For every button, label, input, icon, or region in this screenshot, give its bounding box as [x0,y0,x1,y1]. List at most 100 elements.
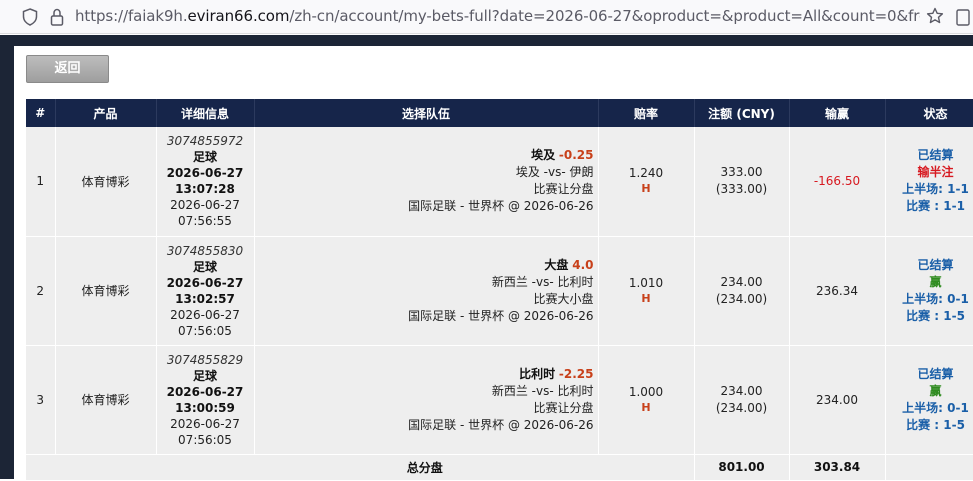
market: 比赛让分盘 [255,181,594,198]
stake-cell: 234.00 (234.00) [694,345,789,454]
bet-date: 2026-06-27 [157,275,254,291]
winloss-cell: -166.50 [789,127,885,236]
odds-cell: 1.010 H [598,236,694,345]
stake-value: 234.00 [695,383,789,400]
bet-time: 13:02:57 [157,291,254,307]
total-winloss: 303.84 [789,454,885,480]
url-prefix: https://faiak9h. [75,7,188,25]
ticket-id: 3074855972 [157,133,254,149]
product-cell: 体育博彩 [55,127,156,236]
extensions-icon[interactable] [956,7,973,27]
market: 比赛大小盘 [255,291,594,308]
status-cell: 已结算 输半注 上半场: 1-1 比赛 : 1-1 [885,127,973,236]
settle-date: 2026-06-27 [157,197,254,213]
product-cell: 体育博彩 [55,236,156,345]
odds-value: 1.000 [599,384,694,400]
col-header-winloss: 输赢 [789,99,885,127]
col-header-odds: 赔率 [598,99,694,127]
address-bar[interactable]: https://faiak9h.eviran66.com/zh-cn/accou… [75,7,920,25]
col-header-stake: 注额 (CNY) [694,99,789,127]
odds-type: H [599,181,694,197]
lock-icon[interactable] [50,8,64,26]
stake-actual: (333.00) [695,181,789,198]
status-text: 已结算 [886,147,973,164]
bets-table: # 产品 详细信息 选择队伍 赔率 注额 (CNY) 输赢 状态 1 体育博彩 … [26,99,973,481]
stake-cell: 234.00 (234.00) [694,236,789,345]
total-stake: 801.00 [694,454,789,480]
match: 新西兰 -vs- 比利时 [255,383,594,400]
status-text: 已结算 [886,257,973,274]
fulltime-score: 比赛 : 1-1 [886,198,973,215]
winloss-cell: 236.34 [789,236,885,345]
handicap: -2.25 [559,367,594,381]
stake-actual: (234.00) [695,291,789,308]
stake-value: 234.00 [695,274,789,291]
status-cell: 已结算 赢 上半场: 0-1 比赛 : 1-5 [885,236,973,345]
col-header-number: # [26,99,55,127]
col-header-details: 详细信息 [156,99,254,127]
col-header-selection: 选择队伍 [254,99,598,127]
settle-time: 07:56:55 [157,213,254,229]
match: 新西兰 -vs- 比利时 [255,274,594,291]
table-header-row: # 产品 详细信息 选择队伍 赔率 注额 (CNY) 输赢 状态 [26,99,973,127]
odds-type: H [599,400,694,416]
browser-toolbar: https://faiak9h.eviran66.com/zh-cn/accou… [0,0,973,34]
col-header-status: 状态 [885,99,973,127]
league: 国际足联 - 世界杯 @ 2026-06-26 [255,417,594,434]
bookmark-star-icon[interactable] [926,7,944,25]
outcome: 赢 [886,274,973,291]
pick: 埃及 [531,148,555,162]
settle-time: 07:56:05 [157,432,254,448]
row-number: 3 [26,345,55,454]
ticket-id: 3074855830 [157,243,254,259]
league: 国际足联 - 世界杯 @ 2026-06-26 [255,198,594,215]
bet-date: 2026-06-27 [157,384,254,400]
settle-date: 2026-06-27 [157,307,254,323]
details-cell: 3074855830 足球 2026-06-27 13:02:57 2026-0… [156,236,254,345]
halftime-score: 上半场: 0-1 [886,400,973,417]
row-number: 2 [26,236,55,345]
sport: 足球 [157,149,254,165]
odds-value: 1.010 [599,275,694,291]
market: 比赛让分盘 [255,400,594,417]
bet-time: 13:07:28 [157,181,254,197]
odds-type: H [599,291,694,307]
odds-value: 1.240 [599,165,694,181]
table-row: 2 体育博彩 3074855830 足球 2026-06-27 13:02:57… [26,236,973,345]
ticket-id: 3074855829 [157,352,254,368]
col-header-product: 产品 [55,99,156,127]
url-path: /zh-cn/account/my-bets-full?date=2026-06… [289,7,920,25]
status-text: 已结算 [886,366,973,383]
url-domain: eviran66.com [188,7,290,25]
halftime-score: 上半场: 0-1 [886,291,973,308]
outcome: 赢 [886,383,973,400]
shield-icon[interactable] [22,8,38,26]
row-number: 1 [26,127,55,236]
fulltime-score: 比赛 : 1-5 [886,417,973,434]
table-row: 1 体育博彩 3074855972 足球 2026-06-27 13:07:28… [26,127,973,236]
product-cell: 体育博彩 [55,345,156,454]
selection-cell: 埃及 -0.25 埃及 -vs- 伊朗 比赛让分盘 国际足联 - 世界杯 @ 2… [254,127,598,236]
odds-cell: 1.000 H [598,345,694,454]
bet-date: 2026-06-27 [157,165,254,181]
outcome: 输半注 [886,164,973,181]
selection-cell: 比利时 -2.25 新西兰 -vs- 比利时 比赛让分盘 国际足联 - 世界杯 … [254,345,598,454]
total-label: 总分盘 [26,454,694,480]
pick: 大盘 [544,258,568,272]
halftime-score: 上半场: 1-1 [886,181,973,198]
match: 埃及 -vs- 伊朗 [255,164,594,181]
fulltime-score: 比赛 : 1-5 [886,308,973,325]
status-cell: 已结算 赢 上半场: 0-1 比赛 : 1-5 [885,345,973,454]
handicap: 4.0 [572,258,593,272]
details-cell: 3074855829 足球 2026-06-27 13:00:59 2026-0… [156,345,254,454]
winloss-cell: 234.00 [789,345,885,454]
odds-cell: 1.240 H [598,127,694,236]
settle-time: 07:56:05 [157,323,254,339]
details-cell: 3074855972 足球 2026-06-27 13:07:28 2026-0… [156,127,254,236]
table-row: 3 体育博彩 3074855829 足球 2026-06-27 13:00:59… [26,345,973,454]
settle-date: 2026-06-27 [157,416,254,432]
handicap: -0.25 [559,148,594,162]
bet-time: 13:00:59 [157,400,254,416]
stake-cell: 333.00 (333.00) [694,127,789,236]
back-button[interactable]: 返回 [26,55,109,83]
